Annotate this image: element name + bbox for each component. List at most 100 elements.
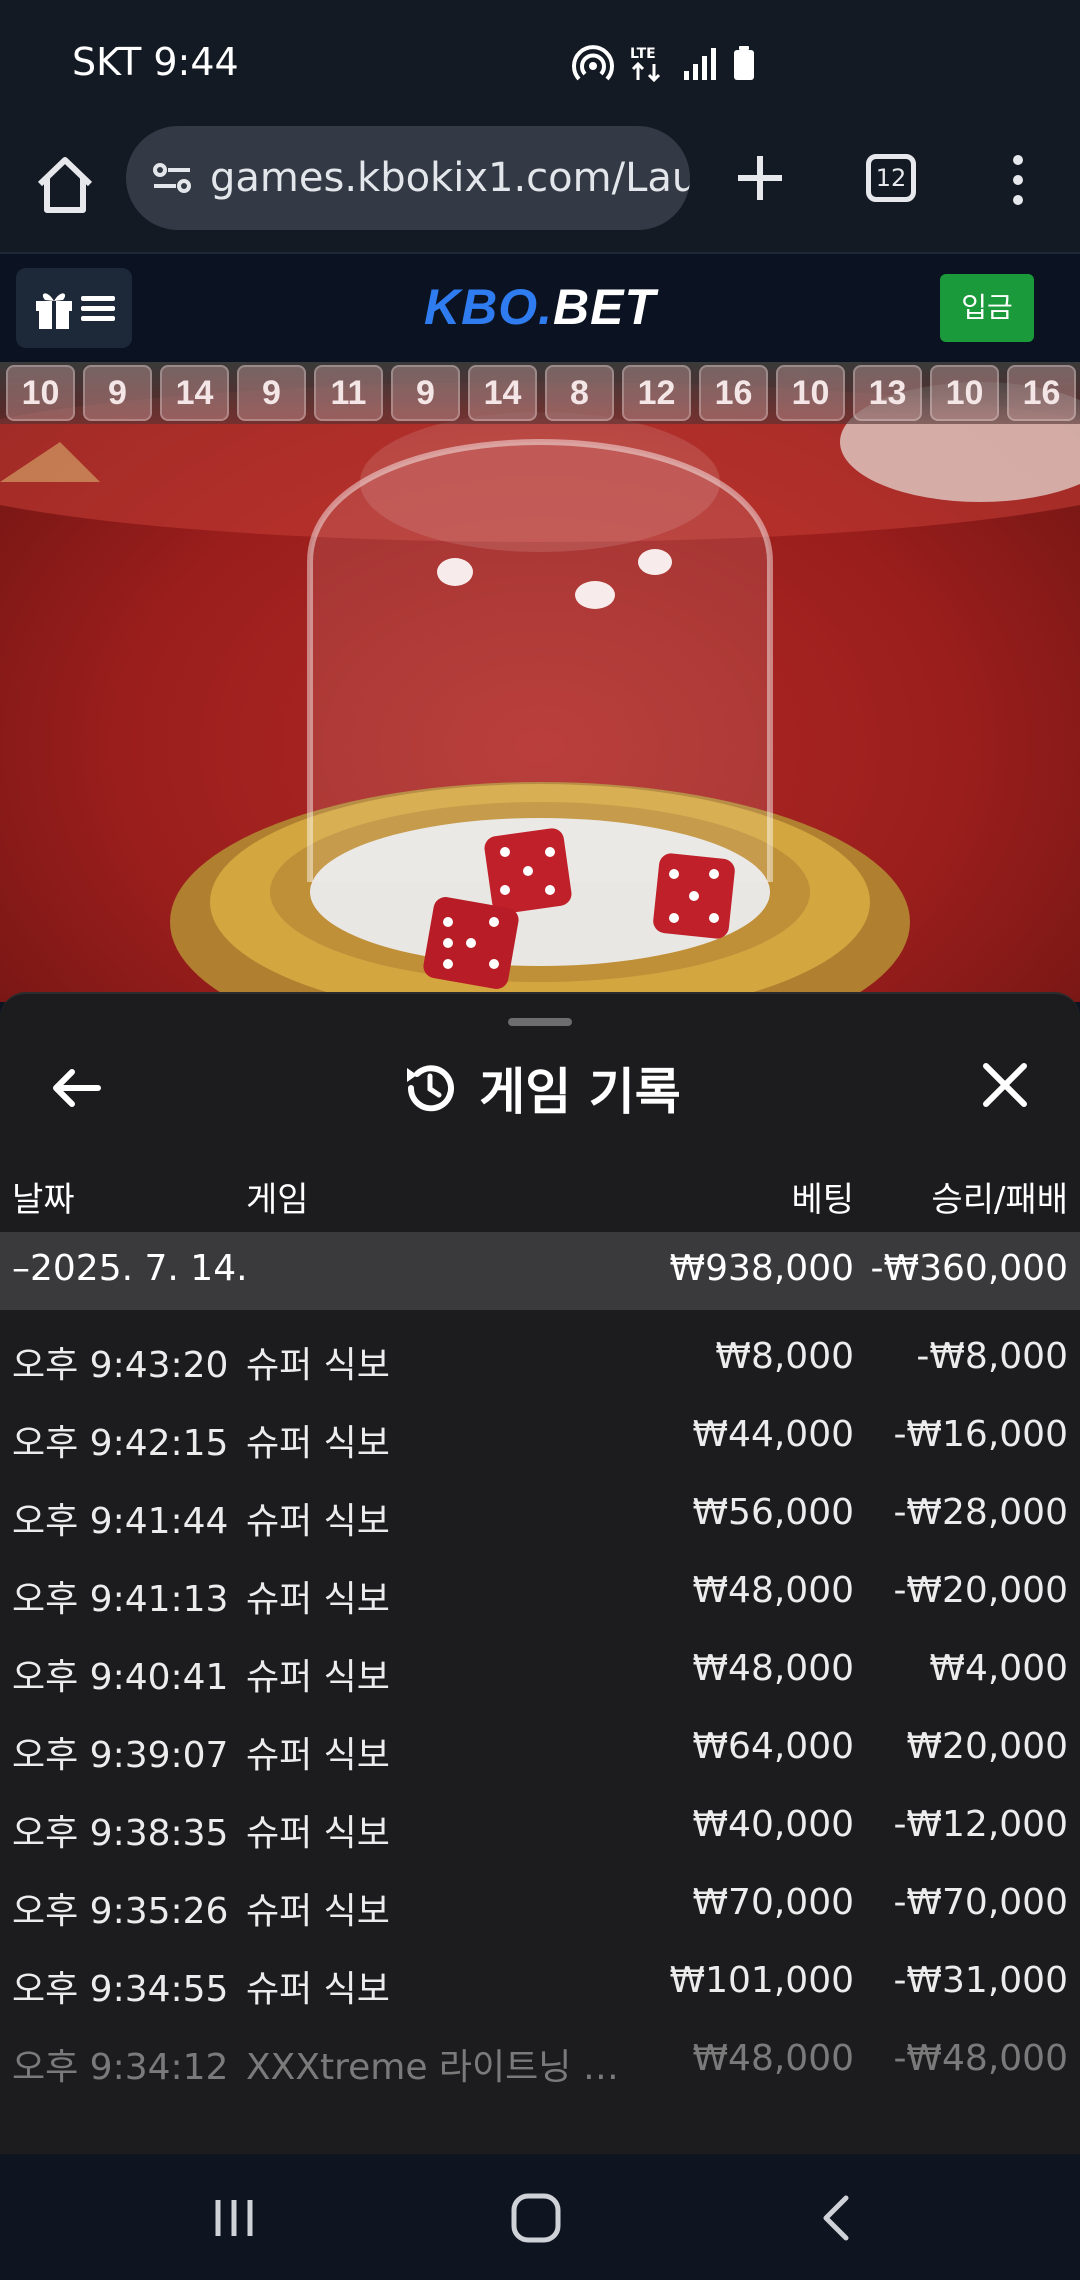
address-bar[interactable]: games.kbokix1.com/Launch [126,126,690,230]
row-game: 슈퍼 식보 [246,1891,390,1932]
result-chip: 16 [1007,365,1076,421]
result-chip: 9 [237,365,306,421]
row-game: 슈퍼 식보 [246,1657,390,1698]
lte-icon: LTE [630,46,661,83]
close-icon[interactable] [978,1058,1032,1112]
row-time: 오후 9:34:12 [12,2047,229,2088]
row-bet: ₩101,000 [669,1960,854,2001]
status-icons: LTE [572,40,756,86]
row-result: -₩12,000 [893,1804,1068,1845]
history-row[interactable]: 오후 9:39:07 슈퍼 식보 ₩64,000 ₩20,000 [0,1706,1080,1784]
row-bet: ₩48,000 [692,1648,854,1689]
history-row[interactable]: 오후 9:41:44 슈퍼 식보 ₩56,000 -₩28,000 [0,1472,1080,1550]
date-summary-row[interactable]: –2025. 7. 14. ₩938,000 -₩360,000 [0,1232,1080,1310]
row-time: 오후 9:42:15 [12,1423,229,1464]
row-time: 오후 9:34:55 [12,1969,229,2010]
row-result: -₩8,000 [916,1336,1068,1377]
row-time: 오후 9:40:41 [12,1657,229,1698]
more-options-icon[interactable] [1000,150,1036,210]
tab-switcher-button[interactable]: 12 [866,154,916,202]
row-bet: ₩44,000 [692,1414,854,1455]
row-game: 슈퍼 식보 [246,1735,390,1776]
row-bet: ₩64,000 [692,1726,854,1767]
svg-text:LTE: LTE [630,46,656,62]
row-result: -₩48,000 [893,2038,1068,2079]
row-game: XXXtreme 라이트닝 바... [246,2047,646,2088]
die-2 [423,897,519,989]
history-row[interactable]: 오후 9:35:26 슈퍼 식보 ₩70,000 -₩70,000 [0,1862,1080,1940]
drag-handle[interactable] [508,1018,572,1026]
result-chip: 11 [314,365,383,421]
row-bet: ₩48,000 [692,2038,854,2079]
row-result: -₩20,000 [893,1570,1068,1611]
history-row[interactable]: 오후 9:38:35 슈퍼 식보 ₩40,000 -₩12,000 [0,1784,1080,1862]
row-game: 슈퍼 식보 [246,1969,390,2010]
history-row[interactable]: 오후 9:34:55 슈퍼 식보 ₩101,000 -₩31,000 [0,1940,1080,2018]
back-nav-icon[interactable] [808,2188,868,2248]
table-header: 날짜 게임 베팅 승리/패배 [0,1156,1080,1226]
row-time: 오후 9:35:26 [12,1891,229,1932]
sheet-title: 게임 기록 [0,1052,1080,1124]
column-header-game: 게임 [246,1180,309,1220]
row-game: 슈퍼 식보 [246,1423,390,1464]
history-row[interactable]: 오후 9:41:13 슈퍼 식보 ₩48,000 -₩20,000 [0,1550,1080,1628]
row-game: 슈퍼 식보 [246,1813,390,1854]
row-bet: ₩70,000 [692,1882,854,1923]
column-header-bet: 베팅 [791,1180,854,1220]
row-bet: ₩48,000 [692,1570,854,1611]
history-row[interactable]: 오후 9:34:12 XXXtreme 라이트닝 바... ₩48,000 -₩… [0,2018,1080,2096]
row-bet: ₩40,000 [692,1804,854,1845]
home-icon[interactable] [30,150,100,220]
result-chip: 8 [545,365,614,421]
row-result: ₩4,000 [929,1648,1068,1689]
row-result: ₩20,000 [906,1726,1068,1767]
url-text[interactable]: games.kbokix1.com/Launch [210,155,690,201]
summary-date: –2025. 7. 14. [12,1248,248,1289]
row-time: 오후 9:43:20 [12,1345,229,1386]
status-bar: SKT 9:44 LTE [0,0,1080,120]
history-list: 오후 9:43:20 슈퍼 식보 ₩8,000 -₩8,000 오후 9:42:… [0,1316,1080,2096]
history-icon [407,1065,455,1112]
row-time: 오후 9:41:44 [12,1501,229,1542]
row-bet: ₩56,000 [692,1492,854,1533]
row-result: -₩28,000 [893,1492,1068,1533]
site-settings-icon[interactable] [148,154,196,202]
row-time: 오후 9:39:07 [12,1735,229,1776]
site-logo[interactable]: KBO.BET [0,278,1080,336]
row-time: 오후 9:41:13 [12,1579,229,1620]
live-game-video: 10 9 14 9 11 9 14 8 12 16 10 13 10 16 [0,362,1080,1002]
history-row[interactable]: 오후 9:42:15 슈퍼 식보 ₩44,000 -₩16,000 [0,1394,1080,1472]
sheet-title-text: 게임 기록 [479,1063,681,1121]
row-bet: ₩8,000 [715,1336,854,1377]
result-chip: 14 [160,365,229,421]
history-row[interactable]: 오후 9:40:41 슈퍼 식보 ₩48,000 ₩4,000 [0,1628,1080,1706]
result-chip: 9 [83,365,152,421]
summary-result-total: -₩360,000 [870,1248,1068,1289]
row-result: -₩70,000 [893,1882,1068,1923]
home-nav-icon[interactable] [506,2188,566,2248]
row-game: 슈퍼 식보 [246,1579,390,1620]
row-time: 오후 9:38:35 [12,1813,229,1854]
site-header: KBO.BET 입금 [0,252,1080,362]
die-1 [484,828,572,914]
result-chip: 12 [622,365,691,421]
result-chip: 10 [930,365,999,421]
result-chip: 13 [853,365,922,421]
new-tab-icon[interactable] [730,148,790,208]
result-chip: 10 [6,365,75,421]
recent-apps-icon[interactable] [204,2188,264,2248]
history-row[interactable]: 오후 9:43:20 슈퍼 식보 ₩8,000 -₩8,000 [0,1316,1080,1394]
summary-bet-total: ₩938,000 [669,1248,854,1289]
game-history-sheet: 게임 기록 날짜 게임 베팅 승리/패배 –2025. 7. 14. ₩938,… [0,992,1080,2154]
result-chip: 14 [468,365,537,421]
recent-results-strip: 10 9 14 9 11 9 14 8 12 16 10 13 10 16 [0,362,1080,424]
column-header-date: 날짜 [12,1180,75,1220]
result-chip: 10 [776,365,845,421]
row-game: 슈퍼 식보 [246,1501,390,1542]
battery-icon [734,46,754,80]
browser-toolbar: games.kbokix1.com/Launch 12 [0,120,1080,252]
row-game: 슈퍼 식보 [246,1345,390,1386]
deposit-button[interactable]: 입금 [940,274,1034,342]
system-navigation-bar [0,2154,1080,2280]
dice-shaker-image [0,382,1080,1002]
